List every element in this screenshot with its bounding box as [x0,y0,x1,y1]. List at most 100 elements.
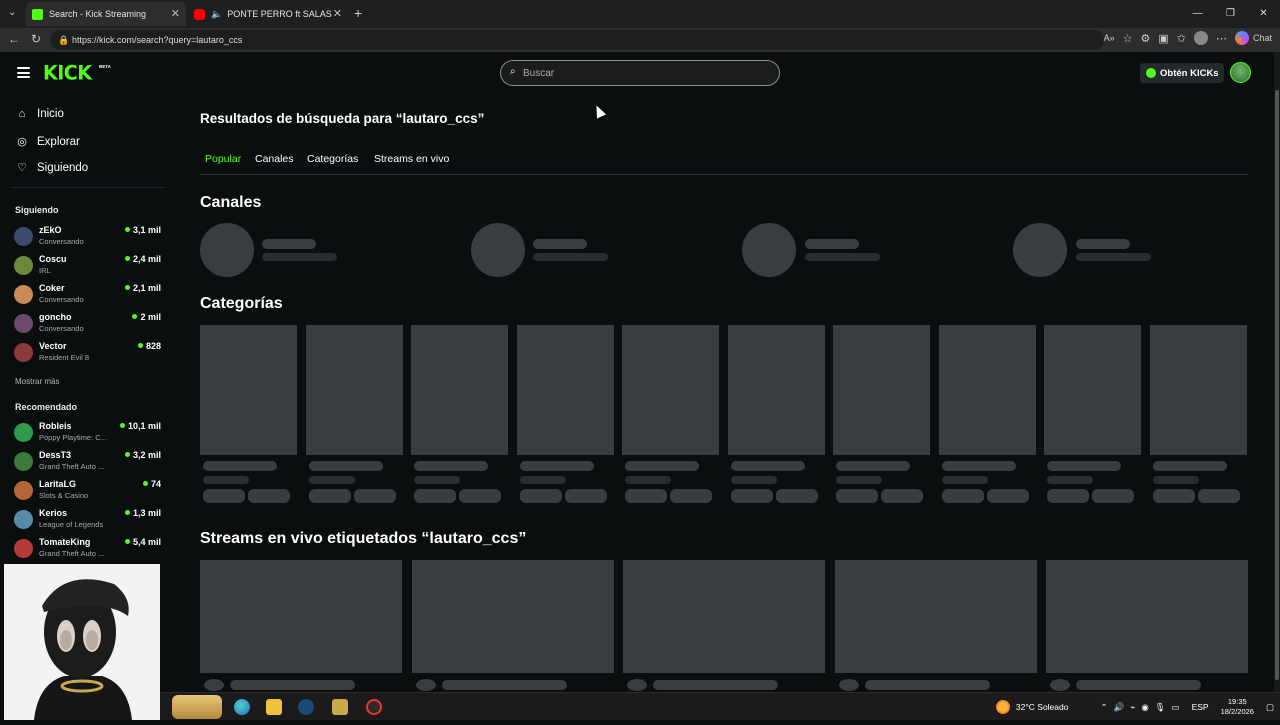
channel-name: Robleis [39,421,72,431]
file-explorer-icon[interactable] [266,699,282,715]
category-skeleton-tag [459,489,501,503]
favorite-star-icon[interactable]: ☆ [1123,32,1133,45]
category-skeleton-tag [414,489,456,503]
display-icon[interactable]: ▭ [1172,702,1180,713]
channel-skeleton-line [262,239,316,249]
extensions-icon[interactable]: ⚙ [1140,32,1150,45]
channel-skeleton-avatar [200,223,254,277]
clock-time: 19:35 [1227,697,1247,706]
url-field[interactable]: 🔒 https://kick.com/search?query=lautaro_… [50,30,1104,50]
stream-skeleton-thumbnail [411,560,614,673]
new-tab-icon[interactable]: + [354,5,362,21]
recommended-channel[interactable]: Robleis Poppy Playtime: C... 10,1 mil [14,421,164,447]
stream-skeleton-avatar [415,679,436,691]
refresh-icon[interactable]: ↻ [31,32,41,46]
address-bar-row: ← ↻ 🔒 https://kick.com/search?query=laut… [0,28,1280,52]
sidebar-item-siguiendo[interactable]: ♡ Siguiendo [16,161,89,175]
channels-section-title: Canales [200,194,262,211]
scrollbar-thumb[interactable] [1275,90,1279,680]
category-skeleton-line [1152,476,1199,484]
get-kicks-button[interactable]: Obtén KICKs [1140,63,1224,83]
following-section-title: Siguiendo [15,205,59,215]
show-more-link[interactable]: Mostrar más [15,377,59,386]
split-screen-icon[interactable]: ▣ [1158,32,1168,45]
tab-actions-icon[interactable]: ⌄ [8,7,16,18]
copilot-chat-button[interactable]: Chat [1234,31,1272,45]
page-scrollbar[interactable] [1274,52,1280,692]
avatar [14,314,33,333]
category-skeleton-line [730,461,805,471]
stream-skeleton-line [230,680,355,690]
tab-title: Search - Kick Streaming [49,9,147,19]
profile-icon[interactable] [1193,31,1208,45]
browser-tab-youtube[interactable]: 🔈 PONTE PERRO ft SALASTKBR… ✕ [188,2,348,26]
notifications-icon[interactable]: ▢ [1266,702,1274,713]
recommended-channel[interactable]: LaritaLG Slots & Casino 74 [14,479,164,505]
back-icon[interactable]: ← [8,32,20,46]
tab-canales[interactable]: Canales [255,153,294,165]
followed-channel[interactable]: goncho Conversando 2 mil [14,312,164,338]
category-skeleton-tag [836,489,878,503]
channel-skeleton-line [1076,253,1151,261]
kick-logo[interactable]: KICK [43,61,92,84]
tab-categorias[interactable]: Categorías [307,153,358,165]
favorites-icon[interactable]: ✩ [1177,32,1186,45]
chevron-up-icon[interactable]: ⌃ [1100,702,1107,713]
followed-channel[interactable]: Vector Resident Evil 8 828 [14,341,164,367]
recommended-channel[interactable]: Kerios League of Legends 1,3 mil [14,508,164,534]
obs-icon[interactable] [366,699,382,715]
close-icon[interactable]: ✕ [333,7,342,20]
close-window-icon[interactable]: ✕ [1247,0,1280,28]
menu-icon[interactable] [17,67,30,78]
search-input[interactable] [523,66,763,80]
kicks-coin-icon [1146,68,1156,78]
category-skeleton-tag [203,489,245,503]
category-skeleton-line [730,476,777,484]
microphone-icon[interactable]: 🎙 [1155,702,1166,713]
volume-icon[interactable]: 🔊 [1114,702,1125,713]
channel-skeleton-avatar [471,223,525,277]
league-icon[interactable] [332,699,348,715]
page-title: Resultados de búsqueda para “lautaro_ccs… [200,111,485,126]
webcam-overlay [4,564,160,720]
channel-skeleton-line [533,253,608,261]
categories-section-title: Categorías [200,295,283,312]
widgets-icon[interactable] [172,695,222,719]
viewer-count: 2,4 mil [125,254,161,264]
stream-skeleton-line [1076,680,1202,690]
recommended-section-title: Recomendado [15,402,78,412]
sidebar-item-label: Inicio [37,108,64,120]
read-aloud-icon[interactable]: A» [1104,33,1115,43]
streams-section-title: Streams en vivo etiquetados “lautaro_ccs… [200,530,527,547]
channel-category: Conversando [39,324,84,333]
category-skeleton-thumbnail [516,325,614,455]
recommended-channel[interactable]: DessT3 Grand Theft Auto ... 3,2 mil [14,450,164,476]
tab-streams-en-vivo[interactable]: Streams en vivo [374,153,449,165]
steam-tray-icon[interactable]: ◉ [1141,702,1148,713]
youtube-favicon-icon [194,8,205,20]
restore-icon[interactable]: ❐ [1214,0,1247,28]
browser-tab-kick[interactable]: Search - Kick Streaming ✕ [26,2,186,26]
edge-icon[interactable] [234,699,250,715]
more-icon[interactable]: ⋯ [1216,32,1227,45]
clock[interactable]: 19:35 18/2/2026 [1221,697,1254,717]
mouse-cursor-icon [591,103,607,119]
close-icon[interactable]: ✕ [171,7,180,20]
user-avatar[interactable] [1230,62,1251,83]
minimize-icon[interactable]: — [1181,0,1214,28]
followed-channel[interactable]: Coker Conversando 2,1 mil [14,283,164,309]
network-icon[interactable]: ⌁ [1130,702,1135,713]
followed-channel[interactable]: Coscu IRL 2,4 mil [14,254,164,280]
sidebar-item-explorar[interactable]: ◎ Explorar [16,135,80,149]
weather-text[interactable]: 32°C Soleado [1016,702,1069,712]
channel-category: Grand Theft Auto ... [39,549,105,558]
category-skeleton-thumbnail [727,325,825,455]
viewer-count: 3,2 mil [125,450,161,460]
language-indicator[interactable]: ESP [1192,702,1209,712]
steam-icon[interactable] [298,699,314,715]
tab-popular[interactable]: Popular [205,153,241,165]
recommended-channel[interactable]: TomateKing Grand Theft Auto ... 5,4 mil [14,537,164,563]
sidebar-item-inicio[interactable]: ⌂ Inicio [16,108,64,120]
sidebar-item-label: Siguiendo [37,161,89,174]
followed-channel[interactable]: zEkO Conversando 3,1 mil [14,225,164,251]
